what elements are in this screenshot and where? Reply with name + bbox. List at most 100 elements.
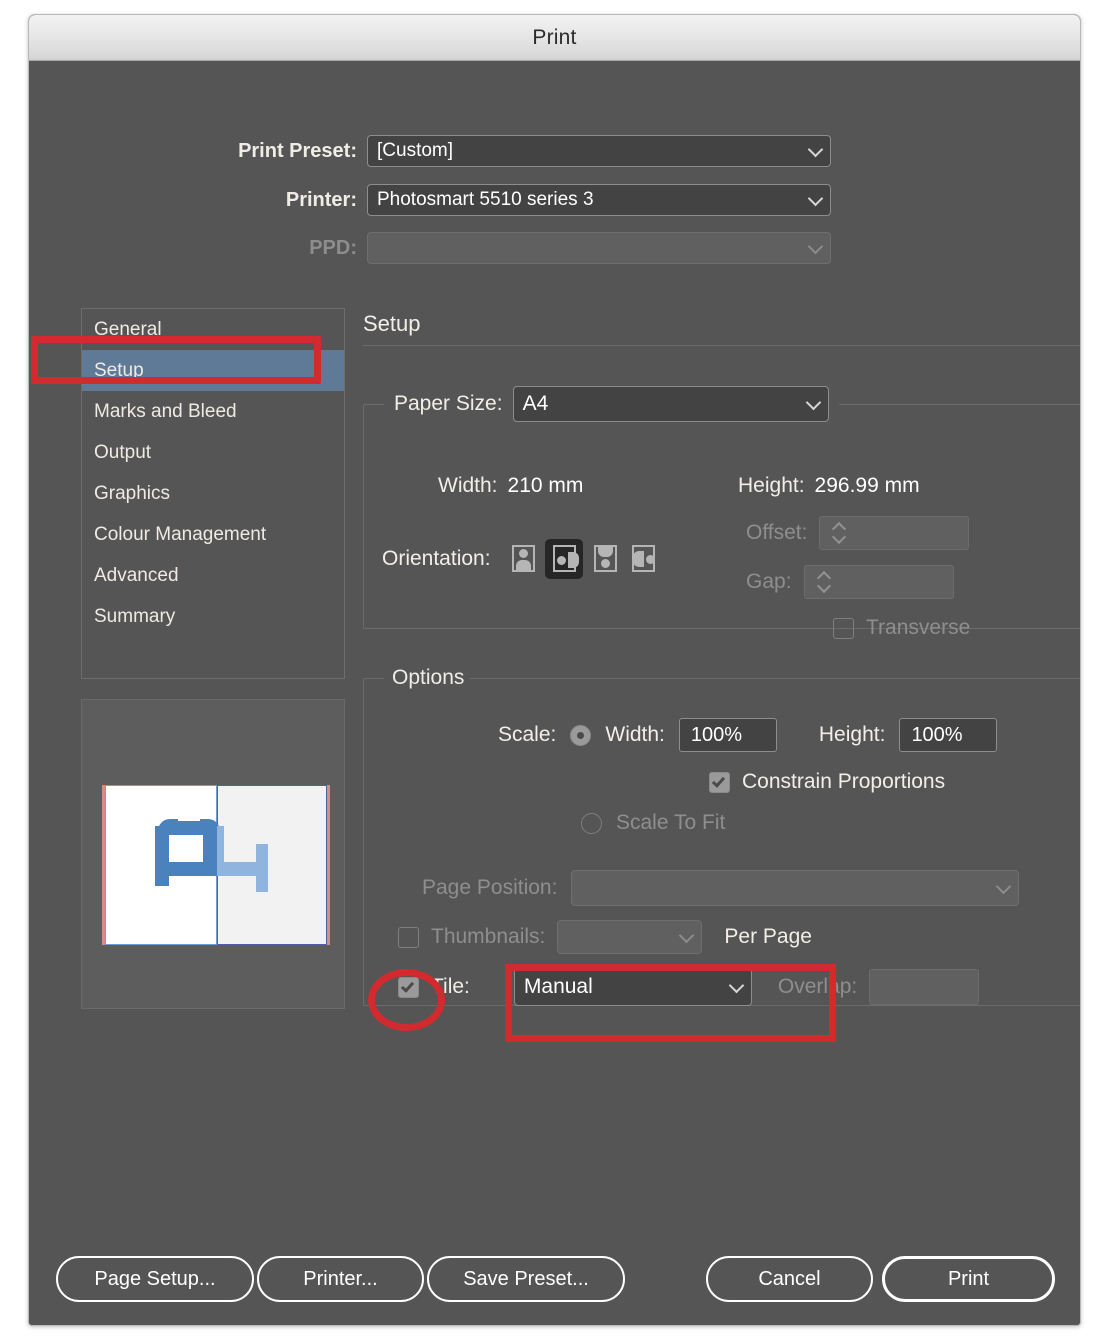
save-preset-button[interactable]: Save Preset... <box>427 1256 625 1302</box>
print-dialog-window: Print Print Preset: [Custom] Printer: Ph… <box>28 14 1081 1326</box>
paper-height-label: Height: <box>738 474 805 497</box>
scale-to-fit-row: Scale To Fit <box>581 811 725 835</box>
tile-row: Tile: Manual Overlap: <box>398 968 980 1006</box>
sidebar-item-setup[interactable]: Setup <box>82 350 344 391</box>
scale-width-input[interactable]: 100% <box>678 718 777 752</box>
chevron-down-icon <box>807 141 824 158</box>
preview-paper <box>102 785 330 945</box>
orientation-row: Orientation: <box>382 539 659 579</box>
orientation-landscape-rotated-icon[interactable] <box>627 542 659 576</box>
panel-divider <box>363 345 1080 346</box>
print-preset-dropdown[interactable]: [Custom] <box>367 135 831 167</box>
sidebar-item-output[interactable]: Output <box>82 432 344 473</box>
sidebar-item-label: General <box>94 318 162 340</box>
chevron-down-icon <box>807 238 824 255</box>
gap-stepper <box>803 565 954 599</box>
transverse-label: Transverse <box>866 616 971 639</box>
sidebar-item-label: Advanced <box>94 564 179 586</box>
print-preset-value: [Custom] <box>377 140 454 161</box>
tile-checkbox[interactable] <box>398 976 419 998</box>
paper-width-label: Width: <box>438 474 498 497</box>
title-bar: Print <box>29 15 1080 61</box>
paper-height-row: Height: 296.99 mm <box>738 474 920 498</box>
overlap-label: Overlap: <box>777 975 858 998</box>
bleed-guide-right <box>327 785 330 945</box>
ppd-row: PPD: <box>29 232 1080 264</box>
sidebar-item-graphics[interactable]: Graphics <box>82 473 344 514</box>
scale-radio[interactable] <box>570 724 592 746</box>
paper-size-dropdown[interactable]: A4 <box>512 386 829 422</box>
paper-size-value: A4 <box>522 392 549 415</box>
printer-button[interactable]: Printer... <box>257 1256 424 1302</box>
sidebar-item-label: Output <box>94 441 152 463</box>
paper-setup-group: Paper Size: A4 Width: 210 mm Height: 296… <box>363 386 1080 639</box>
paper-height-value: 296.99 mm <box>814 474 920 497</box>
orientation-label: Orientation: <box>382 547 491 570</box>
setup-panel: Setup Paper Size: A4 Width: 210 mm Heigh… <box>363 311 1080 1006</box>
tile-mode-value: Manual <box>523 975 593 998</box>
transverse-checkbox <box>833 617 854 639</box>
artwork-shape <box>158 819 178 835</box>
transverse-row: Transverse <box>833 616 970 640</box>
page-title: Setup <box>363 311 421 336</box>
dialog-footer: Page Setup... Printer... Save Preset... … <box>29 1256 1080 1306</box>
tile-label: Tile: <box>431 975 470 998</box>
scale-width-label: Width: <box>605 723 665 746</box>
offset-label: Offset: <box>746 521 808 544</box>
paper-size-label: Paper Size: <box>394 392 503 415</box>
stepper-down-icon <box>816 578 831 594</box>
orientation-portrait-icon[interactable] <box>507 542 539 576</box>
sidebar-item-general[interactable]: General <box>82 309 344 350</box>
orientation-landscape-icon[interactable] <box>544 539 583 579</box>
cancel-button[interactable]: Cancel <box>706 1256 873 1302</box>
thumbnails-checkbox <box>398 926 419 948</box>
sidebar-item-marks-and-bleed[interactable]: Marks and Bleed <box>82 391 344 432</box>
page-setup-button[interactable]: Page Setup... <box>56 1256 254 1302</box>
window-title: Print <box>532 25 577 49</box>
chevron-down-icon <box>805 394 821 411</box>
paper-width-value: 210 mm <box>507 474 584 497</box>
page-position-label: Page Position: <box>422 876 558 899</box>
sidebar-item-colour-management[interactable]: Colour Management <box>82 514 344 555</box>
constrain-proportions-checkbox[interactable] <box>709 771 730 793</box>
scale-height-value: 100% <box>911 723 963 746</box>
sidebar-item-advanced[interactable]: Advanced <box>82 555 344 596</box>
sidebar-item-label: Colour Management <box>94 523 267 545</box>
sidebar-item-label: Graphics <box>94 482 171 504</box>
scale-height-label: Height: <box>818 723 886 746</box>
printer-label: Printer: <box>285 188 357 211</box>
chevron-down-icon <box>679 927 695 944</box>
print-preset-label: Print Preset: <box>238 139 357 162</box>
print-preset-row: Print Preset: [Custom] <box>29 135 1080 167</box>
sidebar-item-summary[interactable]: Summary <box>82 596 344 637</box>
scale-width-value: 100% <box>690 723 743 746</box>
sidebar-item-label: Summary <box>94 605 176 627</box>
ppd-dropdown <box>367 232 831 264</box>
paper-size-legend: Paper Size: A4 <box>384 386 839 422</box>
constrain-proportions-label: Constrain Proportions <box>742 770 946 793</box>
artwork-shape-faded <box>217 826 224 862</box>
tile-mode-dropdown[interactable]: Manual <box>513 968 752 1006</box>
print-preview[interactable] <box>81 699 345 1009</box>
orientation-portrait-rotated-icon[interactable] <box>589 542 621 576</box>
gap-row: Gap: <box>746 565 954 599</box>
page-position-dropdown <box>571 870 1020 906</box>
overlap-input <box>869 969 980 1005</box>
chevron-down-icon <box>996 878 1012 895</box>
print-button[interactable]: Print <box>882 1256 1055 1302</box>
chevron-down-icon <box>728 977 745 994</box>
thumbnails-per-page-label: Per Page <box>724 925 812 948</box>
scale-row: Scale: Width: 100% Height: 100% <box>498 718 998 752</box>
artwork-shape <box>155 826 169 886</box>
artwork-preview <box>105 785 327 945</box>
paper-width-row: Width: 210 mm <box>438 474 583 498</box>
thumbnails-row: Thumbnails: Per Page <box>398 920 812 954</box>
sidebar-item-label: Marks and Bleed <box>94 400 237 422</box>
scale-label: Scale: <box>498 723 557 746</box>
thumbnails-label: Thumbnails: <box>431 925 546 948</box>
artwork-shape <box>155 862 217 876</box>
scale-to-fit-label: Scale To Fit <box>616 811 726 834</box>
scale-height-input[interactable]: 100% <box>899 718 998 752</box>
printer-dropdown[interactable]: Photosmart 5510 series 3 <box>367 184 831 216</box>
page-position-row: Page Position: <box>422 870 1020 906</box>
